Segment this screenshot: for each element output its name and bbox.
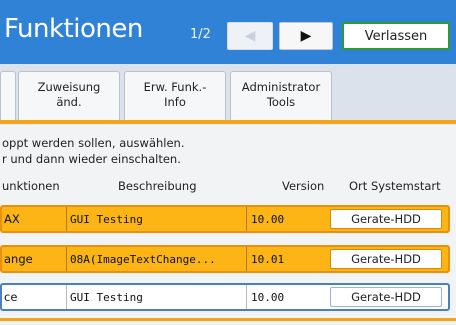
- page-indicator: 1/2: [190, 27, 211, 42]
- exit-button[interactable]: Verlassen: [342, 22, 450, 50]
- row-description: GUI Testing: [66, 285, 250, 309]
- tab-label-line1: Administrator: [241, 80, 321, 94]
- tab-administrator-tools[interactable]: Administrator Tools: [230, 71, 332, 120]
- row-version: 10.01: [246, 247, 321, 271]
- tab-label-line1: Erw. Funk.-: [143, 80, 207, 94]
- tab-partial[interactable]: [0, 71, 16, 120]
- row-name: AX: [4, 212, 20, 226]
- row-description: 08A(ImageTextChange...: [66, 247, 250, 271]
- column-header-location: Ort Systemstart: [349, 179, 441, 193]
- instruction-text: r und dann wieder einschalten.: [2, 152, 181, 166]
- row-version: 10.00: [246, 285, 321, 309]
- prev-page-button[interactable]: ◀: [227, 22, 273, 50]
- startup-location-button[interactable]: Gerate-HDD: [330, 287, 442, 307]
- column-header-version: Version: [282, 179, 325, 193]
- row-name: ce: [4, 290, 18, 304]
- instruction-text: oppt werden sollen, auswählen.: [2, 136, 185, 150]
- row-version: 10.00: [246, 207, 321, 231]
- startup-location-button[interactable]: Gerate-HDD: [330, 249, 442, 269]
- next-page-button[interactable]: ▶: [279, 22, 333, 50]
- tab-change-assignment[interactable]: Zuweisung änd.: [18, 71, 120, 120]
- tab-label-line2: änd.: [56, 95, 82, 109]
- column-header-description: Beschreibung: [118, 179, 197, 193]
- table-row[interactable]: AX GUI Testing 10.00 Gerate-HDD: [0, 205, 450, 233]
- tab-label-line2: Tools: [266, 95, 296, 109]
- row-name: ange: [4, 252, 33, 266]
- row-description: GUI Testing: [66, 207, 250, 231]
- column-header-name: unktionen: [2, 179, 60, 193]
- tab-label-line2: Info: [164, 95, 186, 109]
- startup-location-button[interactable]: Gerate-HDD: [330, 209, 442, 229]
- triangle-left-icon: ◀: [244, 28, 256, 44]
- page-title: Funktionen: [4, 14, 143, 44]
- triangle-right-icon: ▶: [300, 28, 312, 44]
- bottom-divider: [0, 318, 456, 321]
- table-row[interactable]: ange 08A(ImageTextChange... 10.01 Gerate…: [0, 245, 450, 273]
- tab-extended-function-info[interactable]: Erw. Funk.- Info: [124, 71, 226, 120]
- tab-label-line1: Zuweisung: [37, 80, 101, 94]
- table-row[interactable]: ce GUI Testing 10.00 Gerate-HDD: [0, 283, 450, 311]
